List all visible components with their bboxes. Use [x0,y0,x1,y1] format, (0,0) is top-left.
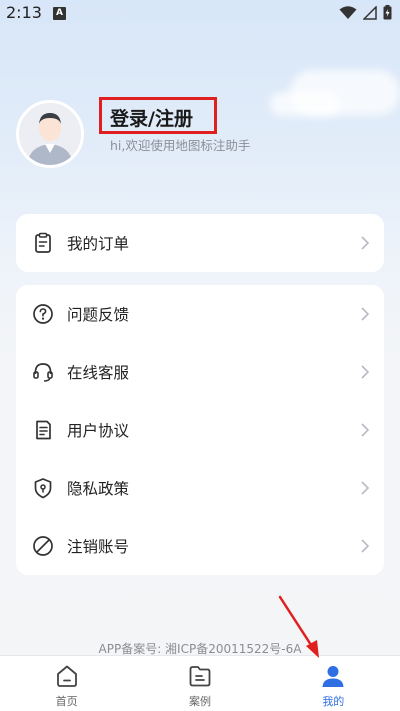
clipboard-icon [35,232,51,253]
chevron-right-icon [361,365,370,379]
signal-icon [363,5,377,20]
menu-item-label: 问题反馈 [67,306,130,324]
shield-icon [34,478,52,499]
wifi-icon [339,5,357,19]
nav-tab-home[interactable]: 首页 [0,656,133,711]
document-icon [36,420,51,440]
status-time: 2:13 [6,3,42,22]
chevron-right-icon [361,236,370,250]
nav-label: 首页 [55,695,78,708]
menu-item-user-agreement[interactable]: 用户协议 [16,401,384,459]
nav-tab-cases[interactable]: 案例 [133,656,266,711]
user-icon [322,666,344,687]
menu-item-label: 隐私政策 [67,480,130,498]
highlight-box [99,97,217,134]
status-bar: 2:13 A [0,0,400,28]
chevron-right-icon [361,539,370,553]
notification-icon: A [53,7,66,20]
home-icon [56,665,77,687]
default-avatar-icon [19,103,81,165]
battery-icon [383,5,392,20]
menu-item-delete-account[interactable]: 注销账号 [16,517,384,575]
menu-item-feedback[interactable]: 问题反馈 [16,285,384,343]
cloud-decoration [270,92,340,116]
folder-icon [189,666,211,687]
menu-item-label: 用户协议 [67,422,130,440]
menu-item-label: 我的订单 [67,235,130,253]
nav-label: 我的 [322,695,345,708]
menu-item-privacy-policy[interactable]: 隐私政策 [16,459,384,517]
headset-icon [33,363,53,382]
settings-card: 问题反馈 在线客服 用户协议 隐私政策 注销账号 [16,285,384,575]
avatar[interactable] [16,100,84,168]
nav-tab-mine[interactable]: 我的 [267,656,400,711]
chevron-right-icon [361,423,370,437]
ban-icon [33,536,53,556]
bottom-nav: 首页 案例 我的 [0,655,400,711]
nav-label: 案例 [188,695,211,708]
orders-card: 我的订单 [16,214,384,272]
menu-item-label: 在线客服 [67,364,130,382]
chevron-right-icon [361,307,370,321]
status-icons [339,5,392,20]
chevron-right-icon [361,481,370,495]
menu-item-label: 注销账号 [67,538,130,556]
menu-item-online-service[interactable]: 在线客服 [16,343,384,401]
menu-item-my-orders[interactable]: 我的订单 [16,214,384,272]
welcome-subtitle: hi,欢迎使用地图标注助手 [110,138,251,153]
question-circle-icon [33,304,53,324]
